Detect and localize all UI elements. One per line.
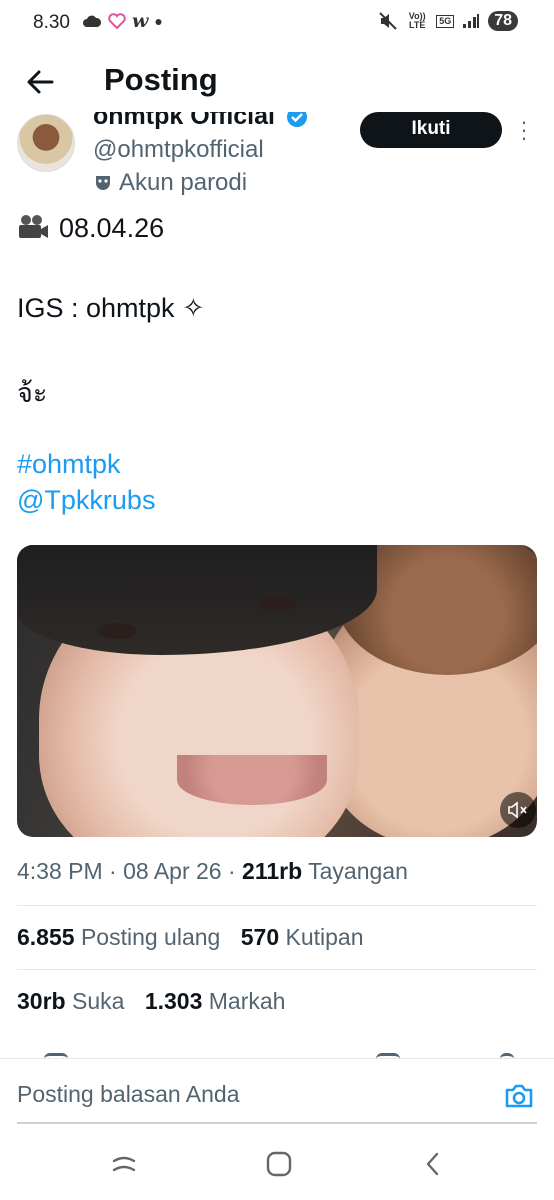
battery-indicator: 78 bbox=[488, 11, 518, 31]
more-options-icon[interactable]: · · · bbox=[516, 111, 532, 149]
recents-button[interactable] bbox=[104, 1148, 144, 1180]
user-handle[interactable]: @ohmtpkofficial bbox=[93, 136, 264, 164]
w-app-icon: w bbox=[132, 10, 149, 32]
tweet-date-meta: 08 Apr 26 bbox=[123, 858, 222, 884]
volume-muted-icon bbox=[508, 801, 527, 819]
tweet-date: 08.04.26 bbox=[59, 213, 165, 243]
back-nav-button[interactable] bbox=[414, 1148, 454, 1180]
arrow-left-icon bbox=[27, 70, 54, 94]
likes-count: 30rb bbox=[17, 988, 66, 1014]
page-title: Posting bbox=[104, 62, 218, 97]
status-left-icons: w ● bbox=[82, 10, 163, 32]
reposts-label: Posting ulang bbox=[80, 924, 221, 950]
system-nav-bar bbox=[0, 1128, 554, 1200]
bookmarks-count: 1.303 bbox=[144, 988, 203, 1014]
tweet-line-thai: จ้ะ bbox=[17, 378, 48, 408]
follow-button[interactable]: Ikuti bbox=[360, 112, 502, 148]
divider bbox=[17, 969, 537, 970]
network-indicator: 5G bbox=[436, 14, 455, 28]
mention-link[interactable]: @Tpkkrubs bbox=[17, 485, 155, 516]
status-right-icons: Vo)) LTE 5G 78 bbox=[378, 11, 518, 31]
quotes-count: 570 bbox=[240, 924, 280, 950]
profile-row: ohmtpk Official @ohmtpkofficial Akun par… bbox=[0, 108, 554, 203]
home-button[interactable] bbox=[259, 1148, 299, 1180]
status-time: 8.30 bbox=[33, 12, 70, 33]
reposts-count: 6.855 bbox=[17, 924, 75, 950]
quotes-stat[interactable]: 570 Kutipan bbox=[241, 924, 364, 950]
camera-button[interactable] bbox=[502, 1079, 536, 1113]
eye bbox=[257, 595, 297, 611]
eye bbox=[97, 623, 137, 639]
status-bar: 8.30 w ● Vo)) LTE 5G 78 bbox=[0, 0, 554, 50]
chevron-left-icon bbox=[426, 1152, 439, 1176]
quotes-label: Kutipan bbox=[285, 924, 364, 950]
tweet-line-igs: IGS : ohmtpk ✧ bbox=[17, 293, 205, 323]
mute-icon bbox=[379, 12, 397, 30]
tweet-time: 4:38 PM bbox=[17, 858, 103, 884]
home-icon bbox=[266, 1151, 292, 1177]
volte-indicator: Vo)) LTE bbox=[408, 11, 426, 30]
views-label[interactable]: Tayangan bbox=[308, 858, 408, 884]
signal-icon bbox=[463, 14, 480, 28]
mask-icon bbox=[96, 176, 110, 190]
cloud-icon bbox=[83, 15, 102, 27]
bookmarks-stat[interactable]: 1.303 Markah bbox=[145, 988, 286, 1014]
divider bbox=[17, 905, 537, 906]
tweet-line-date: 08.04.26 bbox=[17, 213, 164, 244]
film-camera-icon bbox=[19, 215, 48, 238]
repost-stats: 6.855 Posting ulang 570 Kutipan bbox=[17, 924, 378, 951]
tweet-meta: 4:38 PM · 08 Apr 26 · 211rb Tayangan bbox=[17, 858, 408, 884]
parody-label: Akun parodi bbox=[93, 169, 247, 197]
avatar[interactable] bbox=[17, 114, 75, 172]
reposts-stat[interactable]: 6.855 Posting ulang bbox=[17, 924, 220, 950]
engagement-stats: 30rb Suka 1.303 Markah bbox=[17, 988, 299, 1015]
tweet-video[interactable] bbox=[17, 545, 537, 837]
hashtag-link[interactable]: #ohmtpk bbox=[17, 449, 121, 480]
heart-icon bbox=[108, 13, 126, 29]
parody-text: Akun parodi bbox=[119, 169, 248, 196]
reply-input[interactable]: Posting balasan Anda bbox=[17, 1081, 240, 1108]
dot-icon: ● bbox=[154, 13, 163, 29]
recents-icon bbox=[112, 1156, 136, 1172]
likes-stat[interactable]: 30rb Suka bbox=[17, 988, 124, 1014]
video-mute-button[interactable] bbox=[500, 792, 536, 828]
reply-bar: Posting balasan Anda bbox=[0, 1058, 554, 1128]
views-count: 211rb bbox=[242, 858, 303, 884]
camera-icon bbox=[505, 1084, 533, 1108]
likes-label: Suka bbox=[71, 988, 125, 1014]
smile bbox=[177, 755, 327, 805]
post-header: Posting bbox=[0, 52, 554, 112]
reply-underline bbox=[17, 1122, 537, 1124]
bookmarks-label: Markah bbox=[208, 988, 286, 1014]
back-button[interactable] bbox=[22, 62, 62, 102]
